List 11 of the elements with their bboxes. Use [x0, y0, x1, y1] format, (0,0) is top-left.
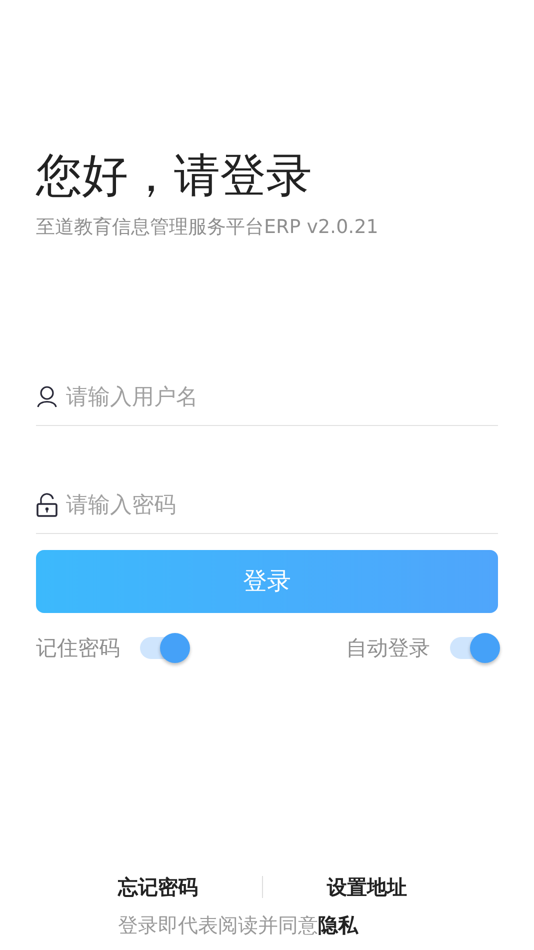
user-icon [36, 385, 58, 410]
toggle-label: 自动登录 [346, 634, 430, 662]
page-title: 您好，请登录 [36, 148, 313, 204]
footer-link[interactable]: 忘记密码 [118, 872, 198, 902]
footer-link[interactable]: 设置地址 [327, 872, 407, 902]
toggle-label: 记住密码 [36, 634, 120, 662]
agreement-text: 登录即代表阅读并同意隐私 [117, 912, 360, 939]
padlock-icon [36, 493, 58, 518]
input-field[interactable]: 请输入用户名 [66, 380, 498, 414]
app-subtitle: 至道教育信息管理服务平台ERP v2.0.21 [36, 215, 380, 240]
input-field[interactable]: 请输入密码 [66, 488, 498, 522]
